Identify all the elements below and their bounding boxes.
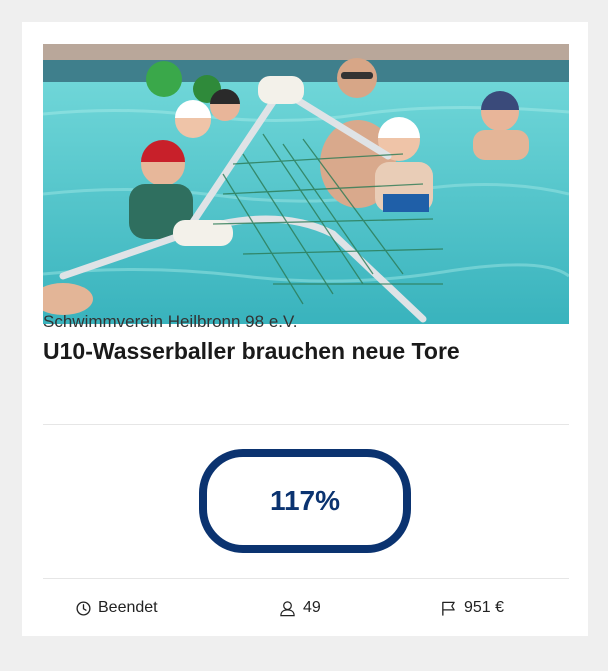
status-text: Beendet — [98, 599, 158, 616]
supporters-count: 49 — [303, 599, 321, 616]
supporters-stat: 49 — [279, 590, 321, 626]
clock-icon — [76, 600, 91, 616]
organization-name: Schwimmverein Heilbronn 98 e.V. — [43, 312, 298, 331]
amount-raised: 951 € — [464, 599, 505, 616]
flag-icon — [442, 601, 455, 616]
divider — [43, 578, 569, 579]
divider — [43, 424, 569, 425]
user-icon — [280, 600, 295, 616]
amount-stat: 951 € — [440, 590, 504, 626]
status-stat: Beendet — [76, 590, 158, 626]
project-image[interactable] — [43, 44, 569, 324]
progress-indicator: 117% — [199, 449, 411, 553]
project-title[interactable]: U10-Wasserballer brauchen neue Tore — [43, 337, 563, 366]
progress-percentage: 117% — [269, 485, 341, 516]
project-card[interactable]: Schwimmverein Heilbronn 98 e.V. U10-Wass… — [22, 22, 588, 636]
project-stats: Beendet 49 951 € — [43, 590, 569, 626]
